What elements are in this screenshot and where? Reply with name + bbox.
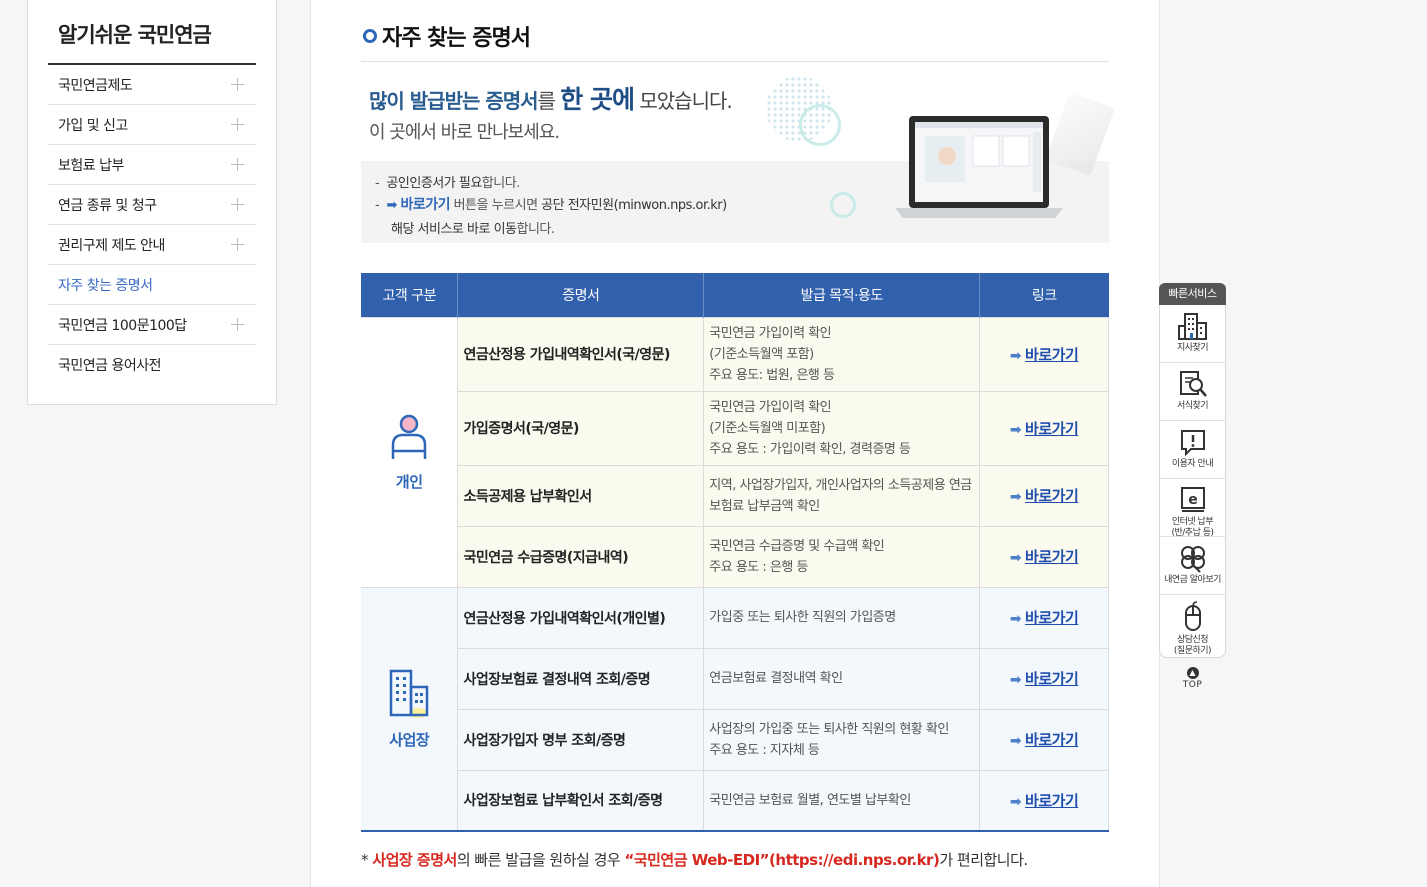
goto-link[interactable]: 바로가기 — [1025, 670, 1079, 688]
goto-link[interactable]: 바로가기 — [1025, 609, 1079, 627]
quick-item-branch-finder[interactable]: 지사찾기 — [1160, 305, 1225, 363]
plus-icon[interactable] — [231, 238, 244, 251]
arrow-right-icon: ➡ — [1009, 733, 1022, 749]
plus-icon[interactable] — [231, 198, 244, 211]
quick-item-internet-payment[interactable]: e 인터넷 납부 (반/추납 등) — [1160, 479, 1225, 538]
certificate-name: 가입증명서(국/영문) — [457, 390, 705, 466]
banner-subheadline: 이 곳에서 바로 만나보세요. — [369, 122, 560, 143]
sidebar-item-faq-100[interactable]: 국민연금 100문100답 — [48, 305, 256, 345]
sidebar-item-rights-relief[interactable]: 권리구제 제도 안내 — [48, 225, 256, 265]
building-icon — [389, 670, 429, 719]
certificate-purpose: 국민연금 가입이력 확인 (기준소득월액 포함) 주요 용도: 법원, 은행 등 — [703, 316, 981, 392]
page-title: 자주 찾는 증명서 — [363, 20, 531, 52]
quick-services-title: 빠른서비스 — [1159, 283, 1226, 305]
goto-link[interactable]: 바로가기 — [1025, 548, 1079, 566]
certificate-name: 사업장보험료 결정내역 조회/증명 — [457, 647, 705, 710]
quick-item-user-guide[interactable]: 이용자 안내 — [1160, 421, 1225, 479]
table-row: 국민연금 수급증명(지급내역) 국민연금 수급증명 및 수급액 확인 주요 용도… — [361, 525, 1109, 588]
plus-icon[interactable] — [231, 78, 244, 91]
sidebar-menu: 국민연금제도 가입 및 신고 보험료 납부 연금 종류 및 청구 권리구제 제도… — [48, 65, 256, 385]
laptop-illustration — [895, 116, 1063, 218]
sidebar-item-certificates[interactable]: 자주 찾는 증명서 — [48, 265, 256, 305]
certificate-name: 연금산정용 가입내역확인서(국/영문) — [457, 316, 705, 392]
exclamation-bubble-icon — [1180, 430, 1205, 457]
ring-bullet-icon — [363, 29, 377, 43]
quick-services-panel: 빠른서비스 지사찾기 서식찾기 이용자 안내 e 인터넷 납부 (반/추납 등)… — [1159, 283, 1226, 690]
clover-icon — [1180, 546, 1205, 573]
arrow-right-icon: ➡ — [1009, 672, 1022, 688]
arrow-right-icon: ➡ — [1009, 489, 1022, 505]
certificate-purpose: 국민연금 가입이력 확인 (기준소득월액 미포함) 주요 용도 : 가입이력 확… — [703, 390, 981, 466]
sidebar-item-pension-types[interactable]: 연금 종류 및 청구 — [48, 185, 256, 225]
plus-icon[interactable] — [231, 318, 244, 331]
ring-decoration — [799, 104, 841, 146]
goto-link[interactable]: 바로가기 — [1025, 792, 1079, 810]
certificate-purpose: 국민연금 보험료 월별, 연도별 납부확인 — [703, 769, 981, 832]
document-search-icon — [1179, 371, 1207, 397]
certificate-purpose: 연금보험료 결정내역 확인 — [703, 647, 981, 710]
banner-note-move: 해당 서비스로 바로 이동합니다. — [391, 222, 555, 237]
main-content: 자주 찾는 증명서 많이 발급받는 증명서를 한 곳에 모았습니다. 이 곳에서… — [310, 0, 1160, 887]
banner-headline: 많이 발급받는 증명서를 한 곳에 모았습니다. — [369, 85, 733, 114]
table-row: 사업장가입자 명부 조회/증명 사업장의 가입중 또는 퇴사한 직원의 현황 확… — [361, 708, 1109, 771]
table-row: 사업장보험료 결정내역 조회/증명 연금보험료 결정내역 확인 ➡ 바로가기 — [361, 647, 1109, 710]
category-business: 사업장 — [361, 586, 459, 832]
scroll-top-button[interactable]: ▲ TOP — [1159, 667, 1226, 690]
sidebar-title: 알기쉬운 국민연금 — [58, 23, 212, 47]
sidebar-item-premium-payment[interactable]: 보험료 납부 — [48, 145, 256, 185]
sidebar-item-subscription[interactable]: 가입 및 신고 — [48, 105, 256, 145]
certificate-purpose: 국민연금 수급증명 및 수급액 확인 주요 용도 : 은행 등 — [703, 525, 981, 588]
certificate-name: 사업장가입자 명부 조회/증명 — [457, 708, 705, 771]
plus-icon[interactable] — [231, 158, 244, 171]
arrow-right-icon: ➡ — [1009, 550, 1022, 566]
table-row: 사업장 연금산정용 가입내역확인서(개인별) 가입중 또는 퇴사한 직원의 가입… — [361, 586, 1109, 832]
quick-item-consultation[interactable]: 상담신청 (질문하기) — [1160, 595, 1225, 657]
arrow-right-icon: ➡ — [1009, 347, 1022, 364]
certificate-name: 연금산정용 가입내역확인서(개인별) — [457, 586, 705, 649]
chevron-up-icon: ▲ — [1186, 667, 1199, 679]
building-icon — [1177, 313, 1207, 340]
goto-link[interactable]: 바로가기 — [1025, 731, 1079, 749]
table-row: 사업장보험료 납부확인서 조회/증명 국민연금 보험료 월별, 연도별 납부확인… — [361, 769, 1109, 832]
category-individual: 개인 — [361, 316, 459, 588]
arrow-right-icon: ➡ — [1009, 611, 1022, 627]
header-link: 링크 — [979, 273, 1109, 317]
table-row: 가입증명서(국/영문) 국민연금 가입이력 확인 (기준소득월액 미포함) 주요… — [361, 390, 1109, 466]
header-certificate: 증명서 — [457, 273, 704, 317]
info-banner: 많이 발급받는 증명서를 한 곳에 모았습니다. 이 곳에서 바로 만나보세요.… — [361, 62, 1115, 244]
certificate-purpose: 지역, 사업장가입자, 개인사업자의 소득공제용 연금 보험료 납부금액 확인 — [703, 464, 981, 527]
ring-decoration — [830, 192, 856, 218]
arrow-right-icon: ➡ — [386, 198, 397, 213]
banner-note-cert: - 공인인증서가 필요합니다. — [375, 176, 520, 191]
certificate-purpose: 사업장의 가입중 또는 퇴사한 직원의 현황 확인 주요 용도 : 지자체 등 — [703, 708, 981, 771]
arrow-right-icon: ➡ — [1009, 793, 1022, 810]
arrow-right-icon: ➡ — [1009, 421, 1022, 438]
quick-item-form-search[interactable]: 서식찾기 — [1160, 363, 1225, 421]
mouse-icon — [1184, 601, 1201, 631]
header-purpose: 발급 목적·용도 — [703, 273, 980, 317]
footnote: * 사업장 증명서의 빠른 발급을 원하실 경우 “국민연금 Web-EDI”(… — [361, 851, 1028, 869]
goto-link[interactable]: 바로가기 — [1025, 346, 1079, 364]
certificate-name: 사업장보험료 납부확인서 조회/증명 — [457, 769, 705, 832]
header-customer-type: 고객 구분 — [361, 273, 458, 317]
certificate-purpose: 가입중 또는 퇴사한 직원의 가입증명 — [703, 586, 981, 649]
internet-pay-icon: e — [1180, 487, 1205, 512]
certificates-table: 고객 구분 증명서 발급 목적·용도 링크 개인 연금산정용 가입내역확인서(국… — [361, 273, 1109, 832]
sidebar-item-pension-system[interactable]: 국민연금제도 — [48, 65, 256, 105]
svg-text:e: e — [1188, 492, 1198, 508]
sidebar-item-glossary[interactable]: 국민연금 용어사전 — [48, 345, 256, 385]
table-header-row: 고객 구분 증명서 발급 목적·용도 링크 — [361, 273, 1109, 317]
certificate-name: 소득공제용 납부확인서 — [457, 464, 705, 527]
banner-note-link: - ➡ 바로가기 버튼을 누르시면 공단 전자민원(minwon.nps.or.… — [375, 197, 727, 213]
quick-item-my-pension[interactable]: 내연금 알아보기 — [1160, 537, 1225, 595]
table-row: 개인 연금산정용 가입내역확인서(국/영문) 국민연금 가입이력 확인 (기준소… — [361, 316, 1109, 588]
sidebar-nav: 알기쉬운 국민연금 국민연금제도 가입 및 신고 보험료 납부 연금 종류 및 … — [27, 0, 277, 405]
table-row: 소득공제용 납부확인서 지역, 사업장가입자, 개인사업자의 소득공제용 연금 … — [361, 464, 1109, 527]
goto-link[interactable]: 바로가기 — [1025, 487, 1079, 505]
certificate-name: 국민연금 수급증명(지급내역) — [457, 525, 705, 588]
plus-icon[interactable] — [231, 118, 244, 131]
person-icon — [391, 414, 427, 459]
goto-link[interactable]: 바로가기 — [1025, 420, 1079, 438]
